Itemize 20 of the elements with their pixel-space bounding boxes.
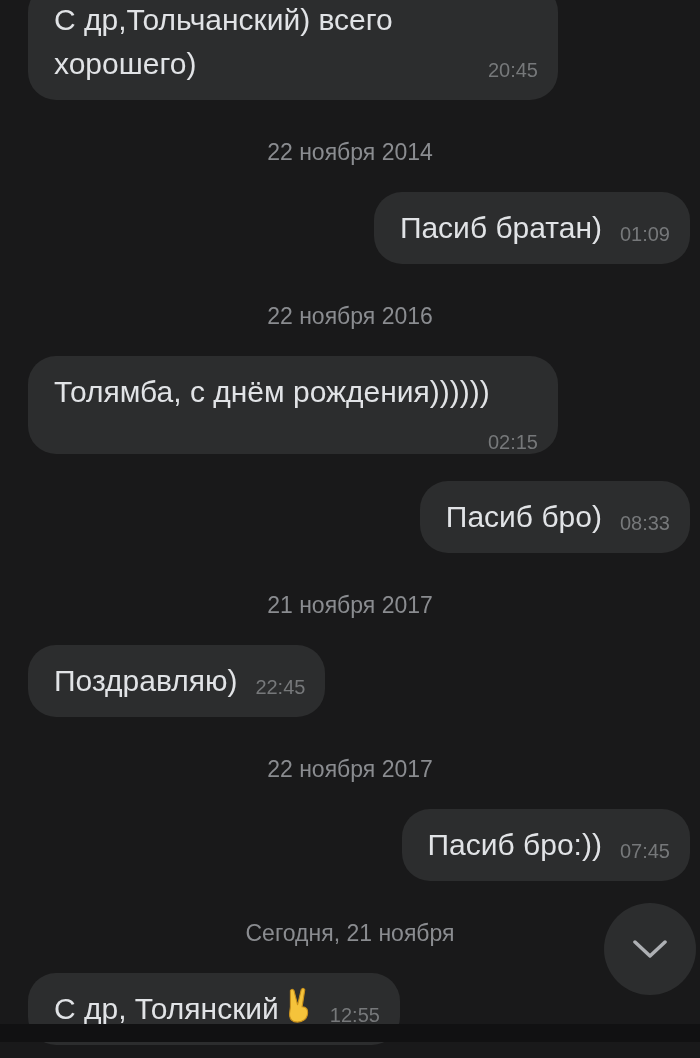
message-time: 08:33 xyxy=(619,511,670,535)
message-time: 02:15 xyxy=(487,430,538,454)
message-text: Пасиб братан) xyxy=(399,211,602,244)
message-text: Поздравляю) xyxy=(54,664,238,697)
message-time: 07:45 xyxy=(619,839,670,863)
date-label: 22 ноября 2014 xyxy=(267,138,433,167)
date-label: 21 ноября 2017 xyxy=(267,591,433,620)
message-time: 01:09 xyxy=(619,222,670,246)
date-label: Сегодня, 21 ноября xyxy=(245,919,455,948)
date-label: 22 ноября 2016 xyxy=(267,302,433,331)
chevron-down-icon xyxy=(633,940,667,958)
date-label: 22 ноября 2017 xyxy=(267,755,433,784)
message-text: С др, Толянский xyxy=(54,992,279,1025)
message-text: Пасиб бро:)) xyxy=(427,828,602,861)
message-text: Пасиб бро) xyxy=(445,500,602,533)
message-time: 12:55 xyxy=(329,1003,380,1027)
message-text: Толямба, с днём рождения)))))) xyxy=(54,375,490,408)
message-time: 20:45 xyxy=(487,58,538,82)
message-time: 22:45 xyxy=(255,675,306,699)
message-text: С др,Тольчанский) всего хорошего) xyxy=(54,3,393,80)
